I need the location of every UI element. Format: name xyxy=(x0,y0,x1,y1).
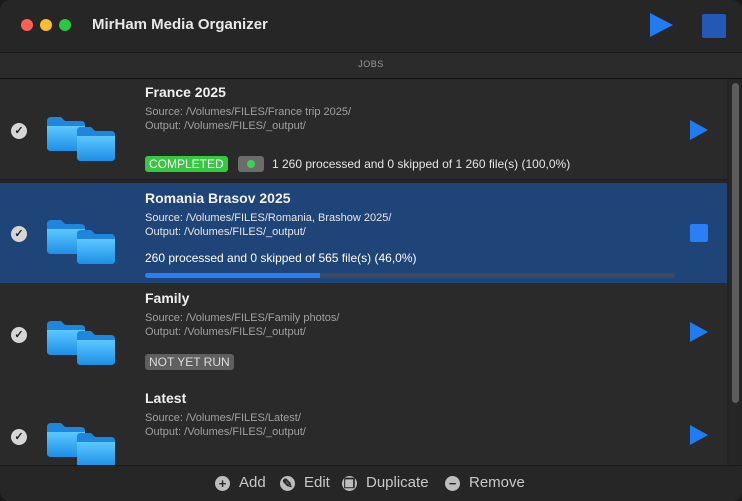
minimize-window-button[interactable] xyxy=(40,19,52,31)
play-icon[interactable] xyxy=(690,322,708,342)
status-badge: COMPLETED xyxy=(145,156,228,172)
job-row-latest[interactable]: ✓ Latest Source: /Volumes/FILES/Latest/ … xyxy=(0,383,727,465)
footer-toolbar: + Add ✎ Edit ❐ Duplicate − Remove xyxy=(0,465,742,501)
remove-label: Remove xyxy=(469,474,525,491)
section-label: JOBS xyxy=(358,59,384,69)
stop-icon[interactable] xyxy=(702,14,726,38)
job-source: Source: /Volumes/FILES/Romania, Brashow … xyxy=(145,212,392,224)
job-output: Output: /Volumes/FILES/_output/ xyxy=(145,426,306,438)
progress-bar xyxy=(145,273,675,278)
checkmark-icon[interactable]: ✓ xyxy=(11,327,27,343)
status-dot-icon xyxy=(247,160,255,168)
job-row-family[interactable]: ✓ Family Source: /Volumes/FILES/Family p… xyxy=(0,283,727,384)
checkmark-icon[interactable]: ✓ xyxy=(11,429,27,445)
scrollbar[interactable] xyxy=(729,79,741,465)
app-window: MirHam Media Organizer JOBS ✓ France 202… xyxy=(0,0,742,501)
jobs-section-header: JOBS xyxy=(0,53,742,79)
app-title: MirHam Media Organizer xyxy=(92,16,268,33)
folder-icon xyxy=(45,317,117,365)
plus-icon: + xyxy=(215,476,230,491)
play-icon[interactable] xyxy=(690,425,708,445)
checkmark-icon[interactable]: ✓ xyxy=(11,226,27,242)
zoom-window-button[interactable] xyxy=(59,19,71,31)
status-badge: NOT YET RUN xyxy=(145,354,234,370)
duplicate-icon: ❐ xyxy=(342,476,357,491)
job-source: Source: /Volumes/FILES/Family photos/ xyxy=(145,312,340,324)
close-window-button[interactable] xyxy=(21,19,33,31)
play-icon[interactable] xyxy=(690,120,708,140)
scrollbar-thumb[interactable] xyxy=(732,83,739,403)
job-output: Output: /Volumes/FILES/_output/ xyxy=(145,226,306,238)
job-output: Output: /Volumes/FILES/_output/ xyxy=(145,326,306,338)
job-name: Latest xyxy=(145,390,187,406)
duplicate-label: Duplicate xyxy=(366,474,429,491)
status-indicator xyxy=(238,156,264,172)
job-name: France 2025 xyxy=(145,84,226,100)
titlebar: MirHam Media Organizer xyxy=(0,0,742,53)
job-source: Source: /Volumes/FILES/Latest/ xyxy=(145,412,301,424)
add-label: Add xyxy=(239,474,266,491)
edit-label: Edit xyxy=(304,474,330,491)
progress-bar-fill xyxy=(145,273,320,278)
minus-icon: − xyxy=(445,476,460,491)
progress-text: 260 processed and 0 skipped of 565 file(… xyxy=(145,251,417,265)
play-icon[interactable] xyxy=(650,13,673,37)
job-output: Output: /Volumes/FILES/_output/ xyxy=(145,120,306,132)
checkmark-icon[interactable]: ✓ xyxy=(11,123,27,139)
pencil-icon: ✎ xyxy=(280,476,295,491)
job-row-romania-brasov-2025[interactable]: ✓ Romania Brasov 2025 Source: /Volumes/F… xyxy=(0,183,727,284)
job-source: Source: /Volumes/FILES/France trip 2025/ xyxy=(145,106,352,118)
job-row-france-2025[interactable]: ✓ France 2025 Source: /Volumes/FILES/Fra… xyxy=(0,79,727,180)
folder-icon xyxy=(45,216,117,264)
stop-icon[interactable] xyxy=(690,224,708,242)
job-name: Family xyxy=(145,290,190,306)
job-list: ✓ France 2025 Source: /Volumes/FILES/Fra… xyxy=(0,79,727,465)
progress-text: 1 260 processed and 0 skipped of 1 260 f… xyxy=(272,157,571,171)
folder-icon xyxy=(45,419,117,465)
job-name: Romania Brasov 2025 xyxy=(145,190,291,206)
folder-icon xyxy=(45,113,117,161)
